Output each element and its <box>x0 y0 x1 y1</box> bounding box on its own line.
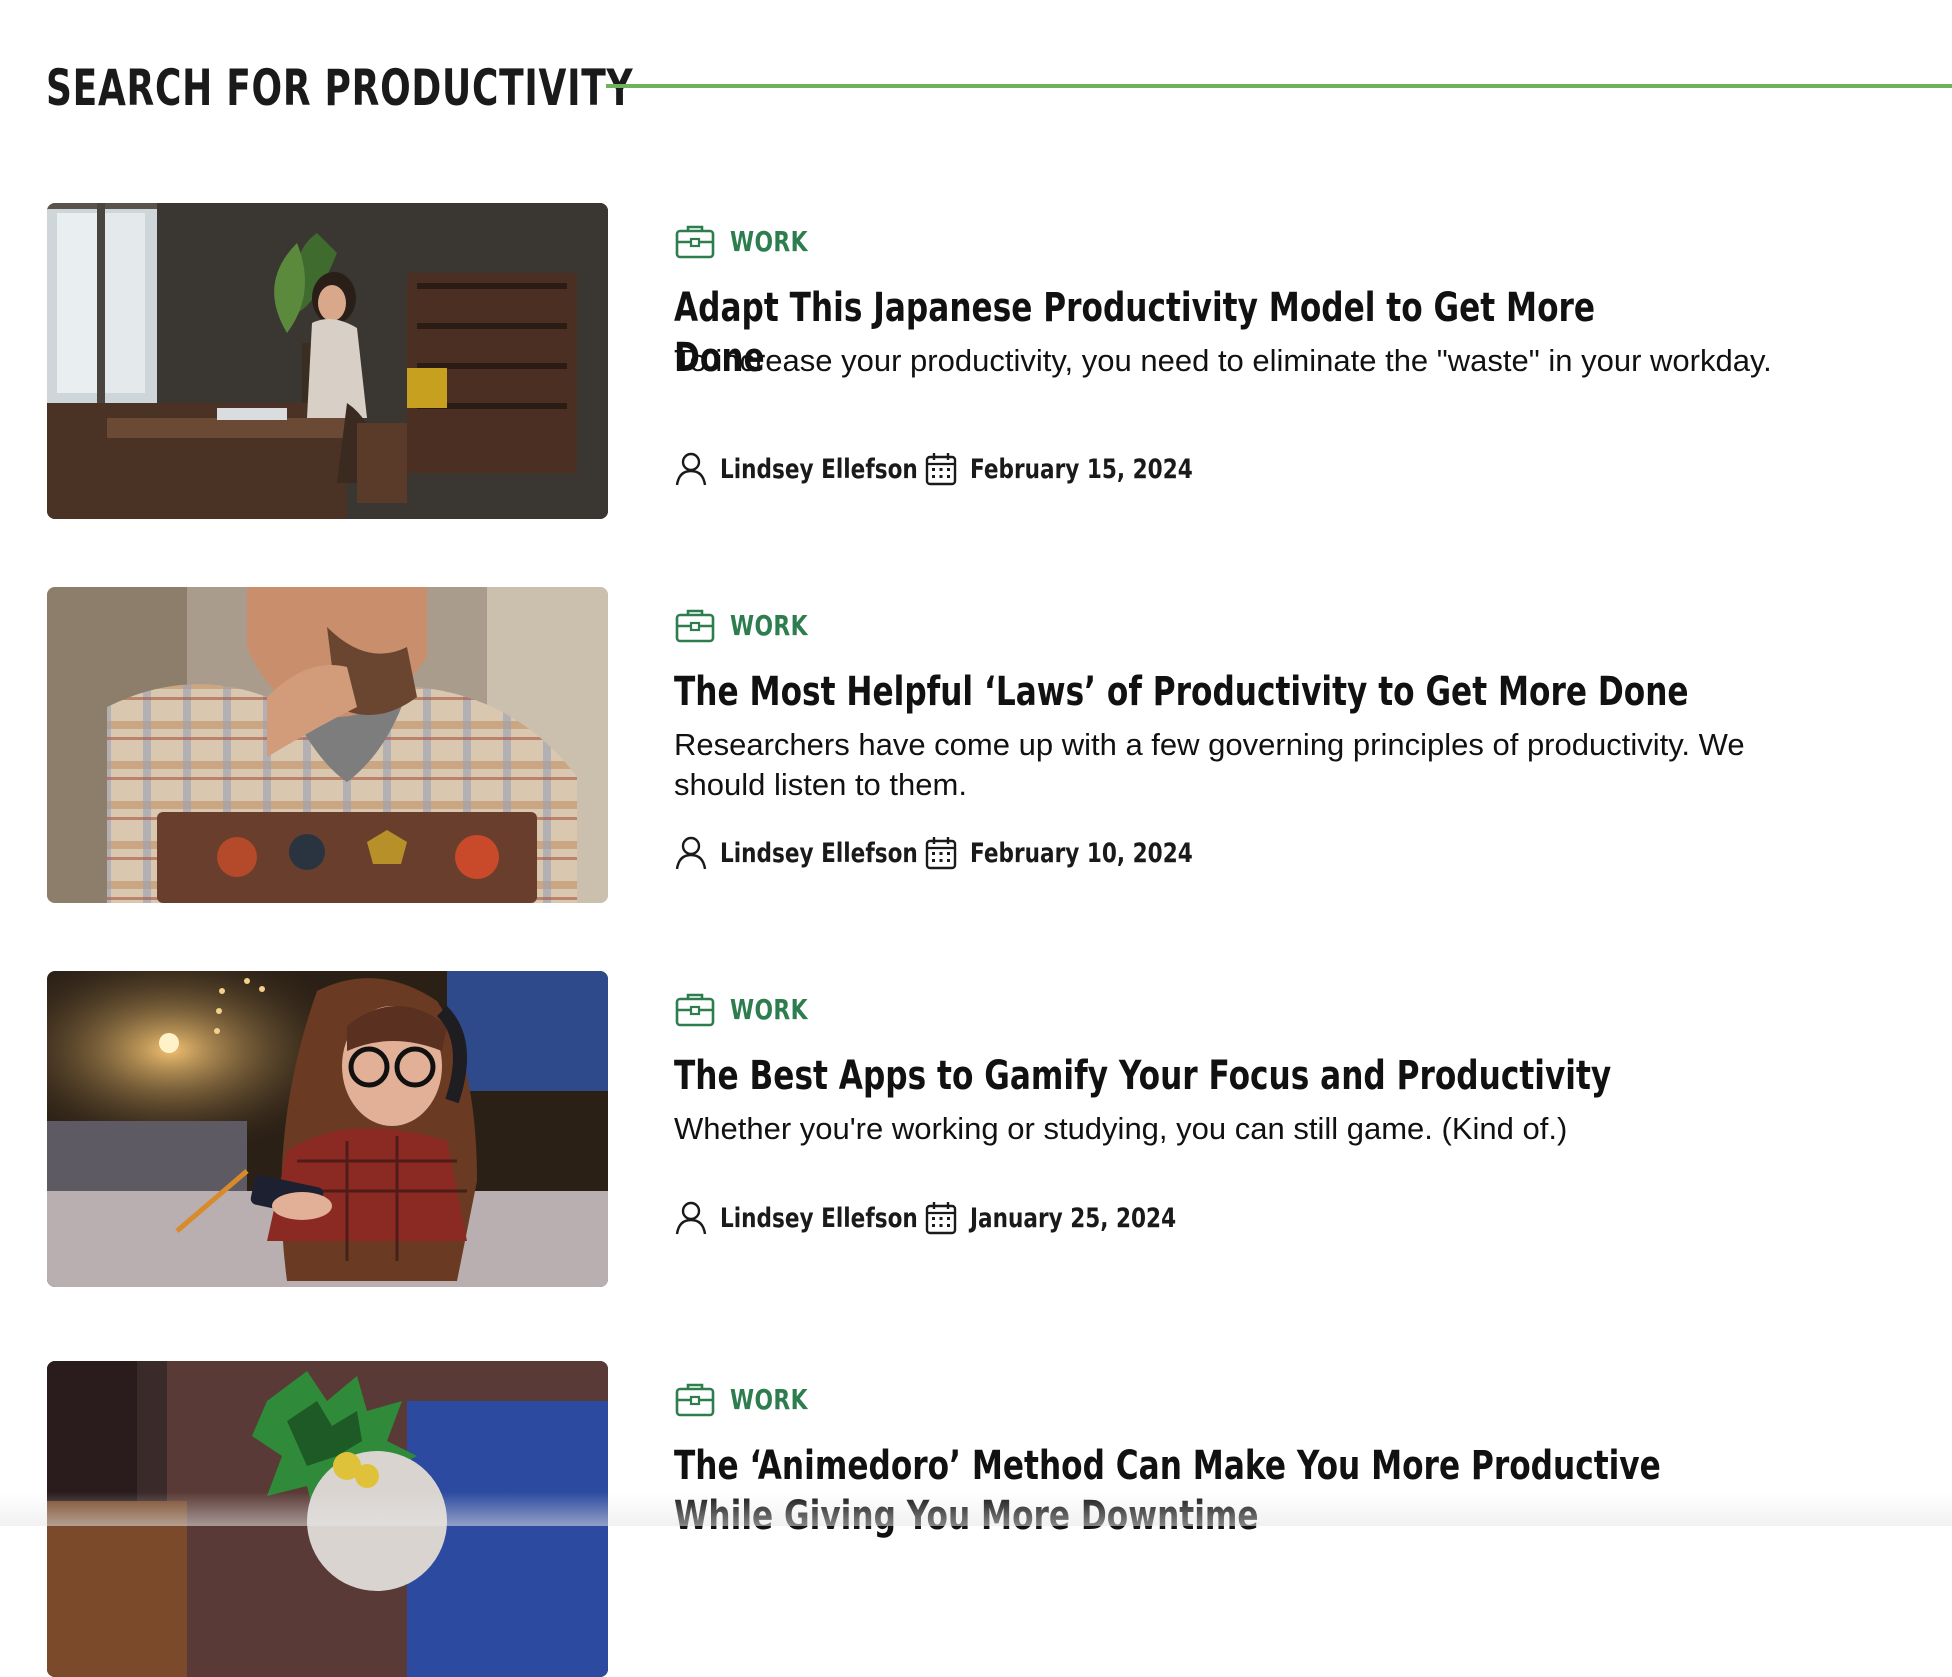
user-icon <box>675 836 707 870</box>
category-label: WORK <box>730 1382 808 1416</box>
author-link[interactable]: Lindsey Ellefson <box>720 1203 918 1234</box>
category-label: WORK <box>730 992 808 1026</box>
calendar-icon <box>925 1202 957 1235</box>
article-meta: Lindsey Ellefson January 25, 2024 <box>674 1198 1228 1238</box>
briefcase-icon <box>675 993 715 1027</box>
article-headline[interactable]: The Best Apps to Gamify Your Focus and P… <box>674 1051 1696 1101</box>
article-thumbnail[interactable] <box>47 587 608 903</box>
category-link[interactable]: WORK <box>674 221 830 261</box>
title-divider <box>606 84 1952 88</box>
article-summary: Researchers have come up with a few gove… <box>674 727 1745 802</box>
category-label: WORK <box>730 224 808 258</box>
article-headline[interactable]: The Most Helpful ‘Laws’ of Productivity … <box>674 667 1696 717</box>
article-summary: To increase your productivity, you need … <box>674 343 1772 378</box>
author-link[interactable]: Lindsey Ellefson <box>720 838 918 869</box>
article-thumbnail[interactable] <box>47 1361 608 1677</box>
category-link[interactable]: WORK <box>674 989 830 1029</box>
article-thumbnail[interactable] <box>47 203 608 519</box>
calendar-icon <box>925 453 957 486</box>
briefcase-icon <box>675 609 715 643</box>
page-title: SEARCH FOR PRODUCTIVITY <box>46 59 634 117</box>
article-headline[interactable]: The ‘Animedoro’ Method Can Make You More… <box>674 1441 1696 1541</box>
user-icon <box>675 452 707 486</box>
publish-date: February 10, 2024 <box>970 837 1193 869</box>
author-link[interactable]: Lindsey Ellefson <box>720 454 918 485</box>
article-meta: Lindsey Ellefson February 10, 2024 <box>674 833 1248 873</box>
category-link[interactable]: WORK <box>674 1379 830 1419</box>
category-label: WORK <box>730 608 808 642</box>
category-link[interactable]: WORK <box>674 605 830 645</box>
briefcase-icon <box>675 1383 715 1417</box>
page-header: SEARCH FOR PRODUCTIVITY <box>46 48 1952 128</box>
article-thumbnail[interactable] <box>47 971 608 1287</box>
article-summary: Whether you're working or studying, you … <box>674 1111 1568 1146</box>
publish-date: February 15, 2024 <box>970 453 1193 485</box>
article-meta: Lindsey Ellefson February 15, 2024 <box>674 449 1248 489</box>
user-icon <box>675 1201 707 1235</box>
publish-date: January 25, 2024 <box>970 1202 1177 1234</box>
calendar-icon <box>925 837 957 870</box>
briefcase-icon <box>675 225 715 259</box>
